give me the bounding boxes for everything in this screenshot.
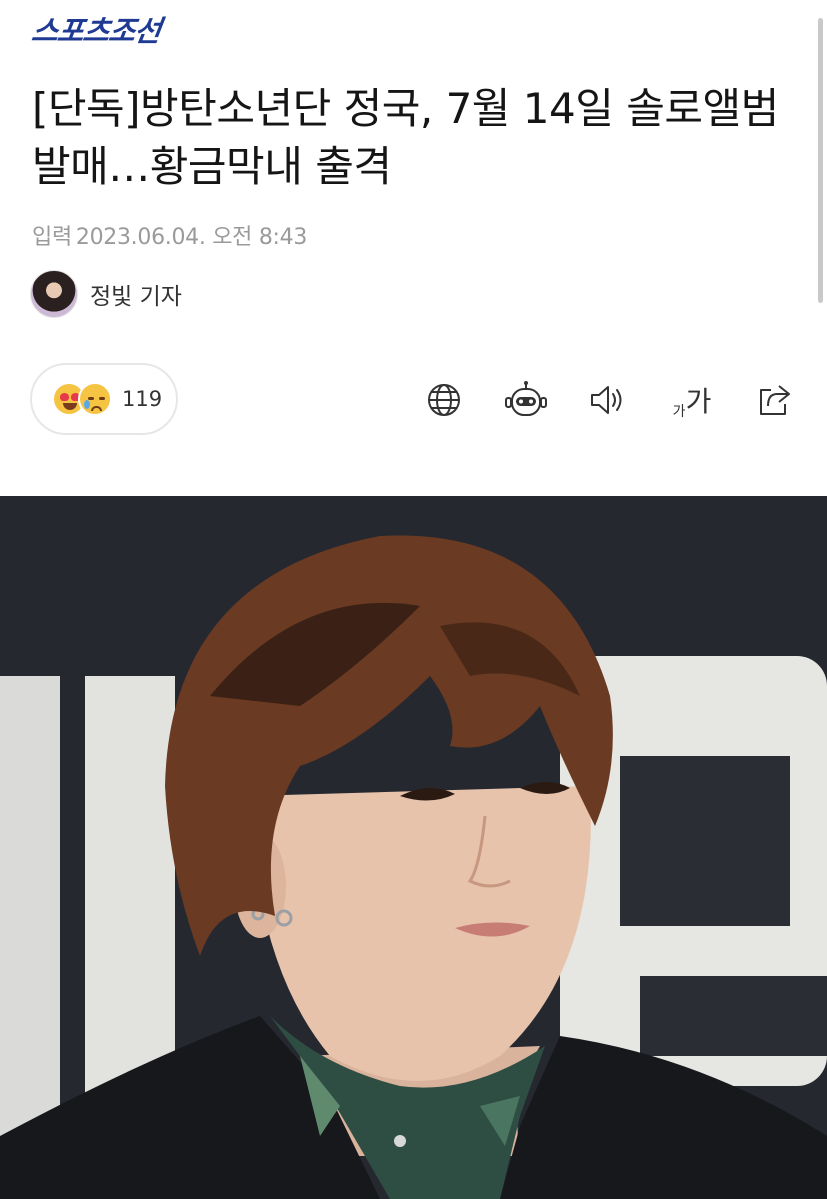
date-value: 2023.06.04. 오전 8:43 [75,225,308,250]
article-dateline: 입력 2023.06.04. 오전 8:43 [32,219,307,251]
share-icon [760,385,790,415]
article-headline: [단독]방탄소년단 정국, 7월 14일 솔로앨범 발매…황금막내 출격 [32,84,779,191]
date-label: 입력 [32,225,72,250]
share-button[interactable] [749,375,799,425]
article-toolbar: 가가 [0,375,827,425]
reporter-name[interactable]: 정빛 기자 [90,277,182,311]
font-size-icon: 가가 [672,385,712,420]
speaker-icon [591,386,622,414]
article-photo[interactable] [0,496,827,1199]
robot-summary-icon [505,381,547,416]
globe-icon [428,384,460,416]
text-to-speech-button[interactable] [583,375,633,425]
article-page: 스포츠조선 [단독]방탄소년단 정국, 7월 14일 솔로앨범 발매…황금막내 … [0,0,827,1199]
scrollbar-thumb[interactable] [818,18,823,303]
font-size-button[interactable]: 가가 [664,375,720,425]
article-photo-image [0,496,827,1199]
translate-button[interactable] [419,375,469,425]
publisher-logo[interactable]: 스포츠조선 [29,8,163,50]
summary-bot-button[interactable] [501,375,551,425]
reporter-avatar[interactable] [30,270,78,318]
byline[interactable]: 정빛 기자 [30,270,182,318]
